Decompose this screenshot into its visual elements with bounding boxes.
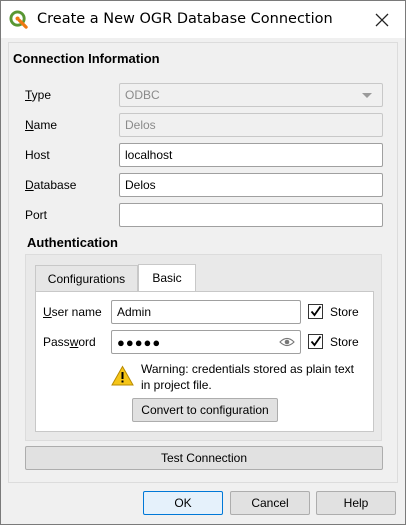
host-value: localhost xyxy=(125,148,173,162)
checkmark-icon xyxy=(310,305,322,317)
tab-configurations[interactable]: Configurations xyxy=(35,265,138,291)
basic-tab-pane: User name Admin Store Password ●●●●● Sto… xyxy=(35,291,374,432)
test-connection-label: Test Connection xyxy=(160,451,248,465)
store-password-label: Store xyxy=(330,335,359,349)
username-field[interactable]: Admin xyxy=(111,300,301,324)
authentication-section-title: Authentication xyxy=(27,235,118,250)
database-value: Delos xyxy=(125,178,156,192)
checkmark-icon xyxy=(310,335,322,347)
help-button[interactable]: Help xyxy=(316,491,396,515)
warning-text: Warning: credentials stored as plain tex… xyxy=(141,362,354,392)
type-value: ODBC xyxy=(125,88,160,102)
store-password-checkbox[interactable] xyxy=(308,334,323,349)
password-field[interactable]: ●●●●● xyxy=(111,330,301,354)
warning-icon xyxy=(111,365,134,386)
password-value: ●●●●● xyxy=(117,334,162,350)
close-icon xyxy=(375,13,389,26)
tab-basic[interactable]: Basic xyxy=(138,264,196,291)
store-username-checkbox[interactable] xyxy=(308,304,323,319)
store-username-label: Store xyxy=(330,305,359,319)
port-field[interactable] xyxy=(119,203,383,227)
host-field[interactable]: localhost xyxy=(119,143,383,167)
convert-to-configuration-button[interactable]: Convert to configuration xyxy=(132,398,278,422)
type-label: Type xyxy=(25,88,52,102)
connection-panel: Connection Information Type ODBC Name De… xyxy=(8,42,398,483)
cancel-button[interactable]: Cancel xyxy=(230,491,310,515)
close-button[interactable] xyxy=(359,1,405,38)
window-title: Create a New OGR Database Connection xyxy=(37,11,333,27)
database-field[interactable]: Delos xyxy=(119,173,383,197)
username-label: User name xyxy=(43,305,102,319)
name-field[interactable]: Delos xyxy=(119,113,383,137)
connection-section-title: Connection Information xyxy=(13,51,160,66)
name-label: Name xyxy=(25,118,58,132)
ok-label: OK xyxy=(174,496,192,510)
tab-configurations-label: Configurations xyxy=(47,271,126,286)
authentication-group: Configurations Basic User name Admin Sto… xyxy=(25,254,382,441)
test-connection-button[interactable]: Test Connection xyxy=(25,446,383,470)
ok-button[interactable]: OK xyxy=(143,491,223,515)
password-label: Password xyxy=(43,335,96,349)
eye-icon[interactable] xyxy=(279,336,295,348)
title-bar: Create a New OGR Database Connection xyxy=(1,1,405,38)
username-value: Admin xyxy=(117,305,152,319)
database-label: Database xyxy=(25,178,77,192)
qgis-icon xyxy=(9,10,28,29)
tab-basic-label: Basic xyxy=(152,271,182,285)
chevron-down-icon xyxy=(362,93,372,98)
type-combo[interactable]: ODBC xyxy=(119,83,383,107)
help-label: Help xyxy=(343,496,369,510)
dialog-window: Create a New OGR Database Connection Con… xyxy=(0,0,406,525)
cancel-label: Cancel xyxy=(251,496,289,510)
port-label: Port xyxy=(25,208,48,222)
convert-button-label: Convert to configuration xyxy=(141,403,269,417)
name-value: Delos xyxy=(125,118,156,132)
host-label: Host xyxy=(25,148,50,162)
